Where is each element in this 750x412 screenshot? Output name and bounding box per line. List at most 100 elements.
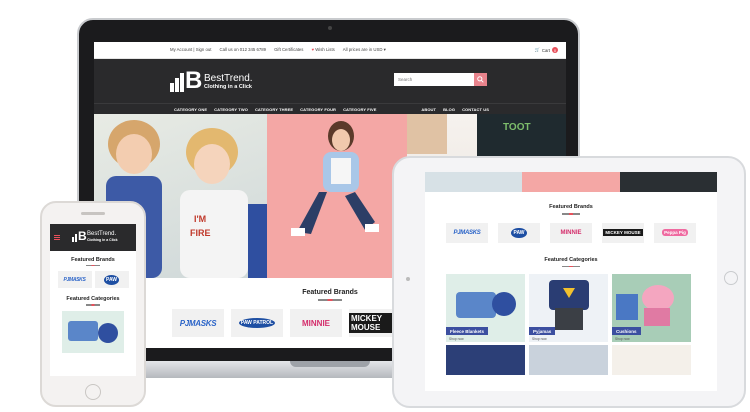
brand-tile-paw-patrol[interactable]: PAW (94, 271, 129, 289)
fleece-blankets-image (68, 320, 118, 343)
chevron-down-icon: ▾ (383, 47, 386, 52)
top-utility-bar: My Account | Sign out Call us on 012 345… (94, 42, 566, 59)
nav-contact-us[interactable]: CONTACT US (462, 107, 489, 112)
title-divider (562, 265, 580, 267)
currency-label: All prices are in USD (342, 47, 383, 52)
category-label: Fleece Blankets (446, 327, 489, 335)
title-divider (86, 304, 100, 306)
search-button[interactable] (474, 73, 487, 86)
logo-letter: B (78, 229, 87, 243)
account-link[interactable]: My Account | Sign out (170, 47, 211, 53)
page-nav: ABOUT BLOG CONTACT US (421, 107, 489, 112)
site-logo[interactable]: B BestTrend. Clothing in a Click (170, 67, 253, 94)
logo-letter: B (185, 67, 203, 94)
device-mockup-stage: My Account | Sign out Call us on 012 345… (0, 0, 750, 412)
hero-image-girl (267, 114, 407, 278)
brand-tagline: Clothing in a Click (87, 237, 118, 242)
brand-label: PAW (511, 227, 527, 238)
svg-text:TOOT: TOOT (503, 122, 531, 133)
category-card-cushions[interactable]: Cushions Shop now (612, 274, 691, 342)
tablet-hero-strip (425, 172, 717, 192)
nav-category-two[interactable]: CATEGORY TWO (214, 107, 248, 112)
brand-tile-paw-patrol[interactable]: PAW (498, 222, 540, 243)
brand-label: MINNIE (302, 318, 330, 328)
title-divider (86, 265, 100, 267)
featured-brands-row: PJMASKS PAW (50, 271, 136, 289)
brand-label: PJMASKS (179, 318, 217, 328)
cart-link[interactable]: 🛒 Cart 0 (535, 47, 558, 53)
title-divider (318, 299, 342, 301)
nav-category-five[interactable]: CATEGORY FIVE (343, 107, 376, 112)
category-card-fleece-blankets[interactable]: Fleece Blankets Shop now (446, 274, 525, 342)
brand-tile-minnie[interactable]: MINNIE (290, 309, 342, 337)
brand-tile-mickey[interactable]: MICKEY MOUSE (602, 222, 644, 243)
brand-tile-pjmasks[interactable]: PJMASKS (57, 271, 92, 289)
tablet-camera (406, 277, 410, 281)
brand-tile-peppa[interactable]: Peppa Pig (654, 222, 696, 243)
hamburger-menu-icon[interactable] (54, 235, 60, 240)
main-navigation: CATEGORY ONE CATEGORY TWO CATEGORY THREE… (94, 103, 566, 114)
site-logo[interactable]: B BestTrend. Clothing in a Click (72, 230, 118, 242)
phone: B BestTrend. Clothing in a Click Feature… (40, 201, 146, 407)
wish-lists-label: Wish Lists (315, 47, 335, 52)
title-divider (562, 213, 580, 215)
tablet-home-button[interactable] (724, 271, 738, 285)
featured-brands-title: Featured Brands (71, 257, 115, 263)
nav-about[interactable]: ABOUT (421, 107, 436, 112)
heart-icon: ♥ (311, 47, 315, 52)
shop-now-link[interactable]: Shop now (615, 337, 630, 341)
utility-links: My Account | Sign out Call us on 012 345… (170, 47, 386, 53)
nav-category-one[interactable]: CATEGORY ONE (174, 107, 207, 112)
nav-category-three[interactable]: CATEGORY THREE (255, 107, 293, 112)
search-bar (394, 73, 487, 86)
featured-brands-row: PJMASKS PAW MINNIE MICKEY MOUSE Peppa Pi… (425, 222, 717, 243)
logo-text: BestTrend. Clothing in a Click (204, 73, 253, 90)
category-label: Cushions (612, 327, 641, 335)
brand-label: Peppa Pig (662, 229, 688, 236)
brand-label: PJMASKS (63, 276, 86, 283)
logo-text: BestTrend. Clothing in a Click (87, 231, 118, 242)
nav-category-four[interactable]: CATEGORY FOUR (300, 107, 336, 112)
girl-photo-illustration (291, 121, 379, 236)
tablet-screen: Featured Brands PJMASKS PAW MINNIE MICKE… (425, 172, 717, 391)
currency-selector[interactable]: All prices are in USD ▾ (343, 47, 386, 53)
phone-screen: B BestTrend. Clothing in a Click Feature… (50, 224, 136, 376)
logo-mark-icon: B (170, 67, 203, 94)
gift-certificates-link[interactable]: Gift Certificates (274, 47, 303, 53)
shop-now-link[interactable]: Shop now (532, 337, 547, 341)
category-card[interactable] (446, 345, 525, 375)
laptop-camera (328, 26, 332, 30)
tablet: Featured Brands PJMASKS PAW MINNIE MICKE… (392, 156, 746, 408)
category-card-fleece-blankets[interactable] (62, 310, 124, 353)
wish-lists-link[interactable]: ♥ Wish Lists (311, 47, 334, 53)
brand-tile-pjmasks[interactable]: PJMASKS (446, 222, 488, 243)
cart-icon: 🛒 (534, 47, 540, 52)
nav-blog[interactable]: BLOG (443, 107, 455, 112)
category-card[interactable] (612, 345, 691, 375)
shop-now-link[interactable]: Shop now (449, 337, 464, 341)
featured-categories-title: Featured Categories (66, 296, 120, 303)
brand-label: PJMASKS (453, 229, 481, 236)
brand-name: BestTrend. (204, 72, 253, 84)
search-icon (477, 76, 484, 83)
svg-text:I'M: I'M (194, 214, 206, 224)
brand-tile-pjmasks[interactable]: PJMASKS (172, 309, 224, 337)
phone-home-button[interactable] (85, 384, 101, 400)
cart-count-badge: 0 (552, 47, 558, 53)
brand-tile-minnie[interactable]: MINNIE (550, 222, 592, 243)
category-nav: CATEGORY ONE CATEGORY TWO CATEGORY THREE… (174, 107, 377, 112)
featured-brands-title: Featured Brands (549, 204, 593, 210)
site-header: B BestTrend. Clothing in a Click (94, 59, 566, 103)
laptop-notch (290, 361, 370, 367)
brand-tagline: Clothing in a Click (204, 83, 252, 90)
phone-speaker (81, 212, 105, 215)
category-card-pyjamas[interactable]: Pyjamas Shop now (529, 274, 608, 342)
mobile-header: B BestTrend. Clothing in a Click (50, 224, 136, 251)
category-card[interactable] (529, 345, 608, 375)
cart-label: Cart (541, 47, 550, 53)
phone-link[interactable]: Call us on 012 345 6789 (219, 47, 266, 53)
search-input[interactable] (394, 73, 474, 86)
brand-label: MICKEY MOUSE (603, 229, 643, 236)
brand-tile-paw-patrol[interactable]: PAW PATROL (231, 309, 283, 337)
featured-categories-row-2 (425, 345, 717, 375)
